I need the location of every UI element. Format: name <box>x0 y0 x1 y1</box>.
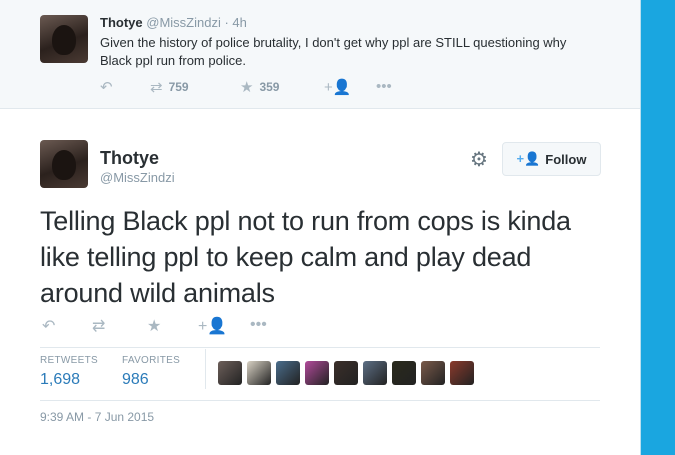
favorites-count: 986 <box>122 371 149 388</box>
parent-tweet-header: Thotye @MissZindzi · 4h <box>100 15 247 30</box>
avatar[interactable] <box>40 140 88 188</box>
user-handle[interactable]: @MissZindzi <box>100 170 175 185</box>
follow-label: Follow <box>545 151 587 167</box>
user-name[interactable]: Thotye <box>100 15 143 30</box>
avatar[interactable] <box>421 361 445 385</box>
more-button[interactable]: ••• <box>376 78 392 95</box>
retweets-count: 1,698 <box>40 371 81 388</box>
favorite-icon: ★ <box>240 79 254 96</box>
avatar[interactable] <box>450 361 474 385</box>
favorite-button[interactable]: ★ 359 <box>240 78 279 96</box>
follow-button[interactable]: +👤 Follow <box>502 142 601 176</box>
gear-icon[interactable]: ⚙ <box>470 147 488 172</box>
favorite-button[interactable]: ★ <box>147 316 161 336</box>
divider <box>40 347 600 348</box>
favorite-icon: ★ <box>147 318 162 335</box>
divider <box>40 400 600 401</box>
follow-user-button[interactable]: +👤 <box>324 78 351 96</box>
follow-icon: +👤 <box>198 318 228 335</box>
favorite-count: 359 <box>259 80 280 94</box>
retweet-icon: ⇄ <box>92 318 106 335</box>
retweets-label: RETWEETS <box>40 355 98 366</box>
tweet-card: Thotye @MissZindzi · 4h Given the histor… <box>0 0 641 455</box>
more-icon: ••• <box>250 316 267 333</box>
follow-icon: +👤 <box>516 151 541 166</box>
retweet-button[interactable]: ⇄ <box>92 316 105 336</box>
avatar[interactable] <box>392 361 416 385</box>
user-handle[interactable]: @MissZindzi <box>146 15 221 30</box>
parent-tweet-text: Given the history of police brutality, I… <box>100 35 567 68</box>
divider <box>205 349 206 389</box>
avatar[interactable] <box>276 361 300 385</box>
tweet-time[interactable]: · 4h <box>224 15 246 30</box>
favoriter-avatars <box>218 361 474 385</box>
more-icon: ••• <box>376 78 392 95</box>
avatar[interactable] <box>218 361 242 385</box>
parent-tweet[interactable]: Thotye @MissZindzi · 4h Given the histor… <box>0 0 640 109</box>
reply-icon: ↶ <box>100 79 113 96</box>
avatar[interactable] <box>363 361 387 385</box>
favorites-label: FAVORITES <box>122 355 181 366</box>
reply-icon: ↶ <box>42 318 56 335</box>
avatar[interactable] <box>305 361 329 385</box>
user-name[interactable]: Thotye <box>100 148 159 169</box>
retweet-icon: ⇄ <box>150 79 163 96</box>
follow-icon: +👤 <box>324 79 352 96</box>
avatar[interactable] <box>40 15 88 63</box>
more-button[interactable]: ••• <box>250 316 267 334</box>
tweet-timestamp[interactable]: 9:39 AM - 7 Jun 2015 <box>40 410 154 424</box>
retweet-button[interactable]: ⇄ 759 <box>150 78 189 96</box>
reply-button[interactable]: ↶ <box>100 78 113 96</box>
favorites-stat[interactable]: FAVORITES 986 <box>122 355 180 389</box>
retweet-count: 759 <box>168 80 189 94</box>
retweets-stat[interactable]: RETWEETS 1,698 <box>40 355 98 389</box>
follow-user-button[interactable]: +👤 <box>198 316 227 336</box>
tweet-text: Telling Black ppl not to run from cops i… <box>40 206 571 308</box>
reply-button[interactable]: ↶ <box>42 316 55 336</box>
avatar[interactable] <box>247 361 271 385</box>
avatar[interactable] <box>334 361 358 385</box>
